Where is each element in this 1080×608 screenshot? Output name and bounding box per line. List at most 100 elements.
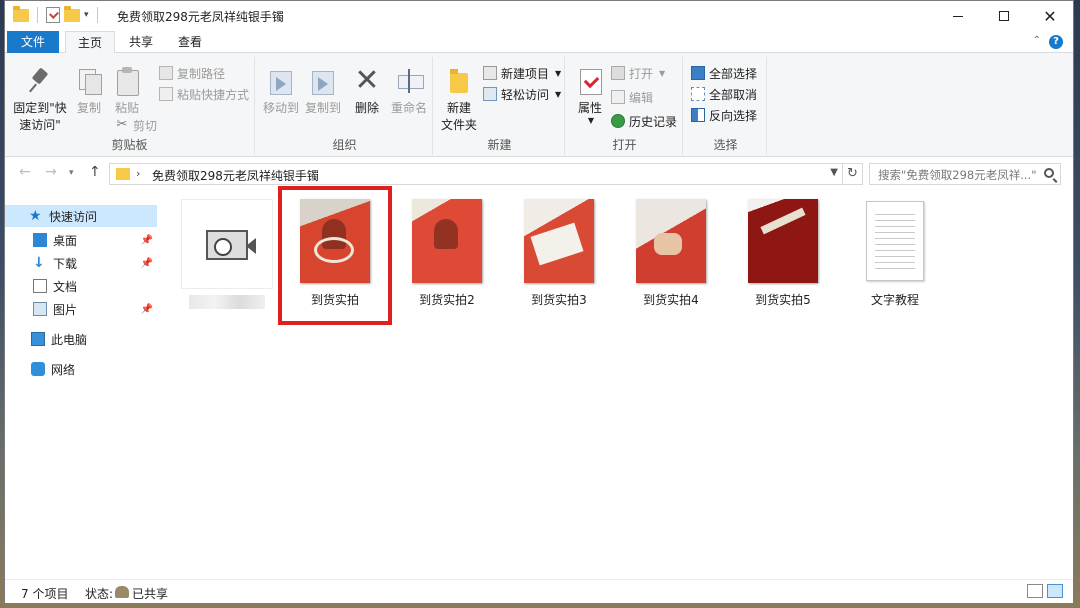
open-button[interactable]: 打开 ▼	[611, 63, 665, 83]
window-controls: ✕	[935, 1, 1073, 31]
history-icon	[611, 114, 625, 128]
image-thumbnail	[524, 199, 594, 283]
download-icon: ↓	[33, 255, 45, 271]
large-icons-view-icon[interactable]	[1047, 584, 1063, 598]
chevron-right-icon[interactable]: ›	[136, 167, 140, 180]
document-icon	[33, 279, 47, 293]
properties-button[interactable]: 属性 ▼	[573, 67, 607, 125]
nav-item-pictures[interactable]: 图片 📌	[5, 298, 157, 320]
computer-icon	[31, 332, 45, 346]
new-item-button[interactable]: 新建项目 ▼	[483, 63, 561, 83]
minimize-button[interactable]	[935, 1, 981, 31]
file-name: 文字教程	[870, 293, 919, 307]
nav-item-downloads[interactable]: ↓ 下载 📌	[5, 252, 157, 274]
image-content	[760, 207, 806, 235]
cut-button[interactable]: ✂ 剪切	[115, 115, 157, 135]
invert-selection-icon	[691, 108, 705, 122]
nav-item-desktop[interactable]: 桌面 📌	[5, 229, 157, 251]
move-to-button[interactable]: 移动到	[261, 67, 301, 116]
up-arrow-icon[interactable]: ↑	[89, 164, 101, 180]
refresh-button[interactable]: ↻	[843, 163, 863, 185]
nav-item-quick-access[interactable]: ★ 快速访问	[5, 205, 157, 227]
image-content	[434, 219, 458, 249]
copy-path-button[interactable]: 复制路径	[159, 63, 225, 83]
breadcrumb[interactable]: 免费领取298元老凤祥纯银手镯	[152, 167, 319, 184]
nav-item-documents[interactable]: 文档	[5, 275, 157, 297]
edit-button[interactable]: 编辑	[611, 87, 653, 107]
chevron-down-icon[interactable]: ▼	[830, 167, 838, 178]
file-name: 到货实拍3	[531, 293, 587, 307]
recent-locations-icon[interactable]: ▾	[69, 168, 74, 178]
history-button[interactable]: 历史记录	[611, 111, 677, 131]
address-row: ← → ▾ ↑ › 免费领取298元老凤祥纯银手镯 ▼ ↻ 搜索"免费领取298…	[5, 161, 1073, 187]
new-folder-button[interactable]: 新建 文件夹	[439, 67, 479, 133]
search-input[interactable]: 搜索"免费领取298元老凤祥..."	[869, 163, 1061, 185]
tab-file[interactable]: 文件	[7, 31, 59, 53]
nav-item-this-pc[interactable]: 此电脑	[5, 328, 157, 350]
video-file-icon	[206, 230, 256, 260]
paste-button[interactable]: 粘贴	[109, 67, 145, 116]
easy-access-button[interactable]: 轻松访问 ▼	[483, 84, 561, 104]
nav-item-network[interactable]: 网络	[5, 358, 157, 380]
tab-share[interactable]: 共享	[117, 31, 165, 53]
file-name: 到货实拍5	[755, 293, 811, 307]
select-none-button[interactable]: 全部取消	[691, 84, 757, 104]
pin-icon[interactable]: 📌	[141, 258, 153, 269]
text-file-icon	[866, 201, 924, 281]
file-item[interactable]: 到货实拍4	[621, 199, 721, 308]
details-view-icon[interactable]	[1027, 584, 1043, 598]
select-none-label: 全部取消	[709, 87, 758, 102]
invert-selection-button[interactable]: 反向选择	[691, 105, 757, 125]
file-item[interactable]: 文字教程	[845, 199, 945, 308]
open-icon	[611, 66, 625, 80]
select-all-button[interactable]: 全部选择	[691, 63, 757, 83]
history-label: 历史记录	[629, 114, 678, 129]
customize-qat-icon[interactable]: ▾	[84, 10, 89, 20]
move-to-label: 移动到	[262, 101, 299, 115]
maximize-button[interactable]	[981, 1, 1027, 31]
tab-view[interactable]: 查看	[165, 31, 215, 53]
pin-quick-access-button[interactable]: 固定到"快 速访问"	[11, 67, 69, 133]
group-label-clipboard: 剪贴板	[111, 138, 148, 152]
copy-to-button[interactable]: 复制到	[303, 67, 343, 116]
view-switcher	[1027, 584, 1063, 598]
easy-access-label: 轻松访问	[501, 87, 550, 102]
rename-icon	[396, 67, 424, 95]
highlight-box	[278, 186, 392, 325]
collapse-ribbon-icon[interactable]: ⌃	[1033, 35, 1041, 46]
file-item[interactable]: 到货实拍2	[397, 199, 497, 308]
group-organize: 移动到 复制到 ✕ 删除 重命名 组织	[257, 57, 433, 155]
chevron-down-icon: ▼	[587, 116, 595, 125]
copy-path-icon	[159, 66, 173, 80]
paste-shortcut-button[interactable]: 粘贴快捷方式	[159, 84, 249, 104]
status-value: 已共享	[132, 587, 169, 601]
nav-label: 网络	[51, 362, 76, 377]
open-label: 打开	[629, 66, 654, 81]
close-button[interactable]: ✕	[1027, 1, 1073, 31]
copy-button[interactable]: 复制	[71, 67, 107, 116]
group-label-organize: 组织	[332, 138, 357, 152]
divider	[96, 7, 98, 23]
pin-label-line1: 固定到"快	[13, 101, 67, 115]
properties-icon[interactable]	[46, 7, 60, 23]
maximize-icon	[999, 11, 1009, 21]
new-item-icon	[483, 66, 497, 80]
address-bar[interactable]: › 免费领取298元老凤祥纯银手镯 ▼	[109, 163, 843, 185]
file-item-video[interactable]	[181, 199, 273, 289]
tab-home[interactable]: 主页	[65, 31, 115, 54]
rename-button[interactable]: 重命名	[389, 67, 429, 116]
pin-icon[interactable]: 📌	[141, 304, 153, 315]
pin-icon	[27, 67, 53, 95]
new-folder-label-line1: 新建	[446, 101, 471, 115]
forward-arrow-icon[interactable]: →	[45, 164, 57, 180]
file-item[interactable]: 到货实拍5	[733, 199, 833, 308]
back-arrow-icon[interactable]: ←	[19, 164, 31, 180]
new-folder-icon[interactable]	[64, 5, 80, 22]
pin-icon[interactable]: 📌	[141, 235, 153, 246]
window-title: 免费领取298元老凤祥纯银手镯	[117, 10, 284, 24]
delete-button[interactable]: ✕ 删除	[349, 66, 385, 116]
help-icon[interactable]: ?	[1049, 35, 1063, 49]
file-item[interactable]: 到货实拍3	[509, 199, 609, 308]
nav-label: 下载	[53, 256, 78, 271]
folder-icon	[116, 168, 130, 180]
